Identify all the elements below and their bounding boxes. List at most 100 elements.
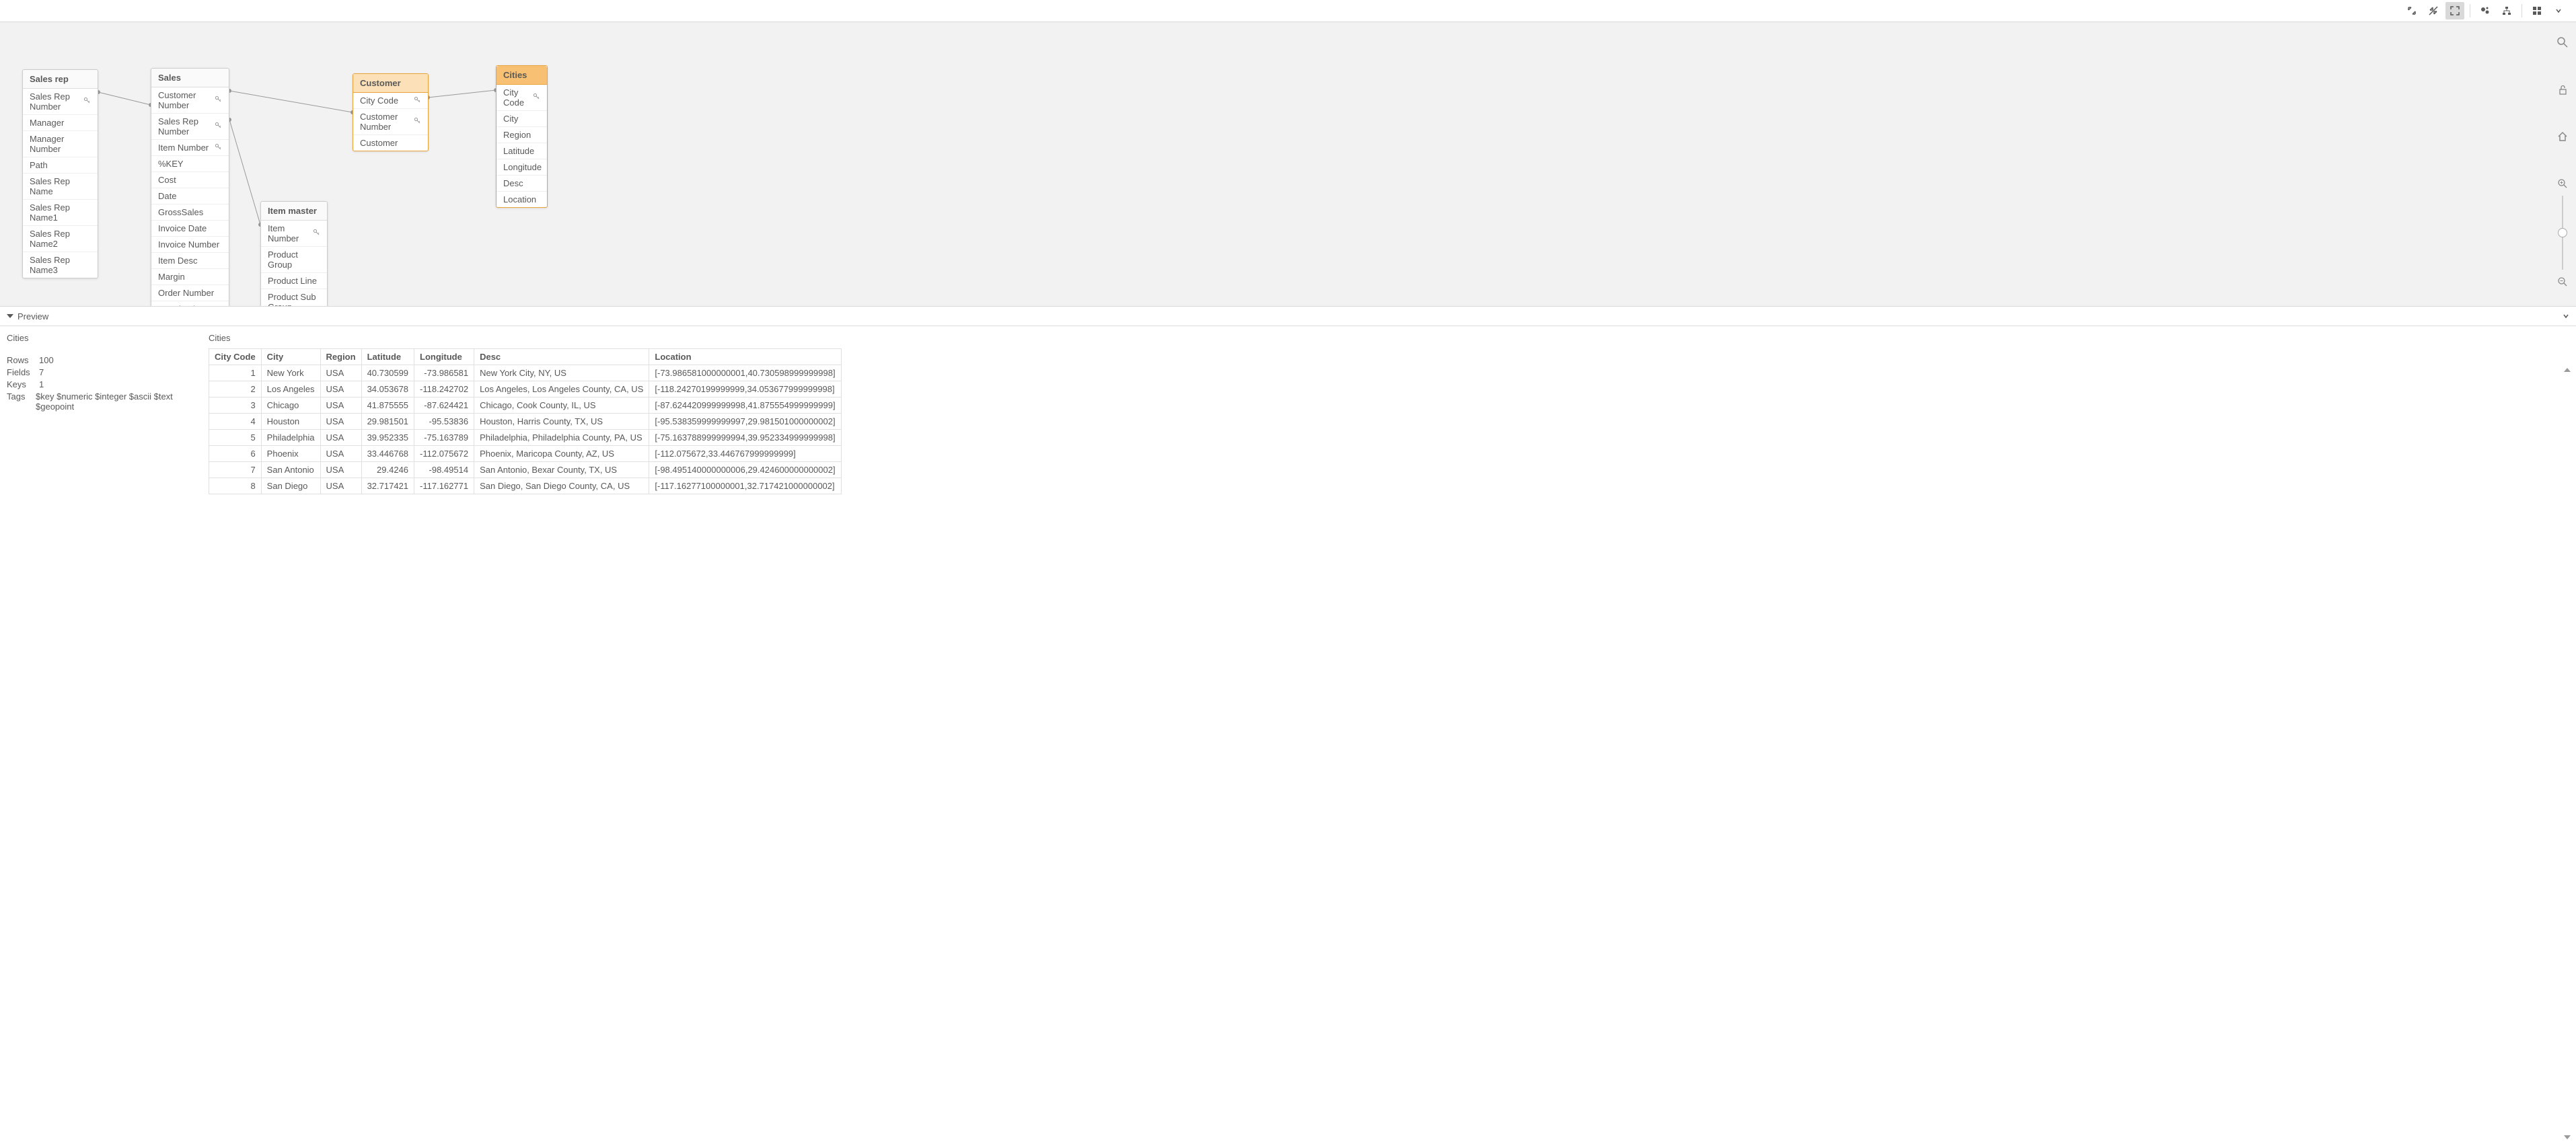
- table-row[interactable]: 3ChicagoUSA41.875555-87.624421Chicago, C…: [209, 397, 842, 414]
- layout-bubbles-icon[interactable]: [2476, 2, 2495, 20]
- table-header[interactable]: Sales rep: [23, 70, 98, 89]
- layout-grid-icon[interactable]: [2528, 2, 2546, 20]
- field-name: Customer Number: [360, 112, 408, 132]
- table-field[interactable]: Order Number: [151, 285, 229, 301]
- connections: [0, 22, 2576, 306]
- field-name: City Code: [360, 96, 398, 106]
- collapse-icon[interactable]: [2563, 311, 2569, 321]
- table-field[interactable]: Invoice Number: [151, 237, 229, 253]
- table-field[interactable]: Path: [23, 157, 98, 174]
- table-field[interactable]: Manager Number: [23, 131, 98, 157]
- column-header[interactable]: City: [261, 349, 320, 365]
- table-cell: [-75.163788999999994,39.952334999999998]: [649, 430, 841, 446]
- layout-tree-icon[interactable]: [2497, 2, 2516, 20]
- table-cell: USA: [320, 478, 361, 494]
- table-field[interactable]: Item Desc: [151, 253, 229, 269]
- table-field[interactable]: Location: [496, 192, 547, 207]
- table-field[interactable]: Cost: [151, 172, 229, 188]
- table-field[interactable]: Date: [151, 188, 229, 204]
- table-header[interactable]: Sales: [151, 69, 229, 87]
- table-field[interactable]: Sales Rep Number: [23, 89, 98, 115]
- zoom-slider[interactable]: [2562, 196, 2563, 270]
- column-header[interactable]: Latitude: [361, 349, 414, 365]
- table-cell: Los Angeles, Los Angeles County, CA, US: [474, 381, 649, 397]
- column-header[interactable]: Desc: [474, 349, 649, 365]
- table-cell: [-117.16277100000001,32.717421000000002]: [649, 478, 841, 494]
- table-field[interactable]: Latitude: [496, 143, 547, 159]
- table-field[interactable]: Region: [496, 127, 547, 143]
- column-header[interactable]: City Code: [209, 349, 262, 365]
- chevron-down-icon[interactable]: [2549, 2, 2568, 20]
- zoom-slider-thumb[interactable]: [2558, 228, 2567, 237]
- table-row[interactable]: 8San DiegoUSA32.717421-117.162771San Die…: [209, 478, 842, 494]
- table-cell: Phoenix: [261, 446, 320, 462]
- table-field[interactable]: City Code: [496, 85, 547, 111]
- table-row[interactable]: 7San AntonioUSA29.4246-98.49514San Anton…: [209, 462, 842, 478]
- table-field[interactable]: Longitude: [496, 159, 547, 176]
- table-field[interactable]: Sales Rep Name2: [23, 226, 98, 252]
- table-field[interactable]: Promised Delivery Date: [151, 301, 229, 306]
- zoom-out-icon[interactable]: [2554, 274, 2571, 290]
- lock-icon[interactable]: [2554, 81, 2571, 98]
- preview-body: Cities Rows100 Fields7 Keys1 Tags$key $n…: [0, 326, 2576, 1142]
- table-field[interactable]: Sales Rep Name: [23, 174, 98, 200]
- table-row[interactable]: 2Los AngelesUSA34.053678-118.242702Los A…: [209, 381, 842, 397]
- table-field[interactable]: Sales Rep Name3: [23, 252, 98, 278]
- table-field[interactable]: Product Group: [261, 247, 327, 273]
- table-field[interactable]: Product Line: [261, 273, 327, 289]
- table-node-customer[interactable]: Customer City Code Customer Number Custome…: [353, 73, 429, 151]
- table-field[interactable]: Product Sub Group: [261, 289, 327, 306]
- table-field[interactable]: Customer Number: [353, 109, 428, 135]
- field-name: Item Desc: [158, 256, 198, 266]
- table-field[interactable]: Manager: [23, 115, 98, 131]
- scroll-up-icon[interactable]: [2564, 368, 2571, 372]
- table-field[interactable]: Item Number: [151, 140, 229, 156]
- field-name: Item Number: [158, 143, 209, 153]
- table-cell: [-118.24270199999999,34.053677999999998]: [649, 381, 841, 397]
- search-icon[interactable]: [2554, 34, 2571, 50]
- table-cell: Houston: [261, 414, 320, 430]
- meta-label: Rows: [7, 355, 39, 365]
- column-header[interactable]: Longitude: [414, 349, 474, 365]
- table-field[interactable]: Customer Number: [151, 87, 229, 114]
- table-cell: USA: [320, 381, 361, 397]
- zoom-fit-icon[interactable]: [2402, 2, 2421, 20]
- table-field[interactable]: Desc: [496, 176, 547, 192]
- table-cell: Houston, Harris County, TX, US: [474, 414, 649, 430]
- field-name: Invoice Number: [158, 239, 219, 250]
- home-icon[interactable]: [2554, 128, 2571, 145]
- zoom-in-icon[interactable]: [2554, 176, 2571, 192]
- table-row[interactable]: 1New YorkUSA40.730599-73.986581New York …: [209, 365, 842, 381]
- table-row[interactable]: 6PhoenixUSA33.446768-112.075672Phoenix, …: [209, 446, 842, 462]
- table-field[interactable]: City Code: [353, 93, 428, 109]
- field-name: Customer: [360, 138, 398, 148]
- scroll-down-icon[interactable]: [2564, 1135, 2571, 1139]
- data-model-canvas[interactable]: Sales rep Sales Rep NumberManagerManager…: [0, 22, 2576, 306]
- table-node-salesrep[interactable]: Sales rep Sales Rep NumberManagerManager…: [22, 69, 98, 278]
- table-field[interactable]: Sales Rep Number: [151, 114, 229, 140]
- table-row[interactable]: 4HoustonUSA29.981501-95.53836Houston, Ha…: [209, 414, 842, 430]
- table-field[interactable]: Item Number: [261, 221, 327, 247]
- table-header[interactable]: Cities: [496, 66, 547, 85]
- collapse-expand-icon[interactable]: [2424, 2, 2443, 20]
- table-cell: Philadelphia: [261, 430, 320, 446]
- table-node-itemmaster[interactable]: Item master Item NumberProduct GroupProd…: [260, 201, 328, 306]
- table-field[interactable]: %KEY: [151, 156, 229, 172]
- table-header[interactable]: Customer: [353, 74, 428, 93]
- table-header[interactable]: Item master: [261, 202, 327, 221]
- table-field[interactable]: Invoice Date: [151, 221, 229, 237]
- table-node-cities[interactable]: Cities City CodeCityRegionLatitudeLongit…: [496, 65, 548, 208]
- table-row[interactable]: 5PhiladelphiaUSA39.952335-75.163789Phila…: [209, 430, 842, 446]
- table-field[interactable]: GrossSales: [151, 204, 229, 221]
- table-field[interactable]: Customer: [353, 135, 428, 151]
- table-field[interactable]: Sales Rep Name1: [23, 200, 98, 226]
- table-field[interactable]: City: [496, 111, 547, 127]
- column-header[interactable]: Region: [320, 349, 361, 365]
- data-title: Cities: [209, 333, 2576, 343]
- table-field[interactable]: Margin: [151, 269, 229, 285]
- column-header[interactable]: Location: [649, 349, 841, 365]
- meta-label: Fields: [7, 367, 39, 377]
- preview-header[interactable]: Preview: [0, 306, 2576, 326]
- table-node-sales[interactable]: Sales Customer NumberSales Rep Number Ite…: [151, 68, 229, 306]
- fit-screen-icon[interactable]: [2445, 2, 2464, 20]
